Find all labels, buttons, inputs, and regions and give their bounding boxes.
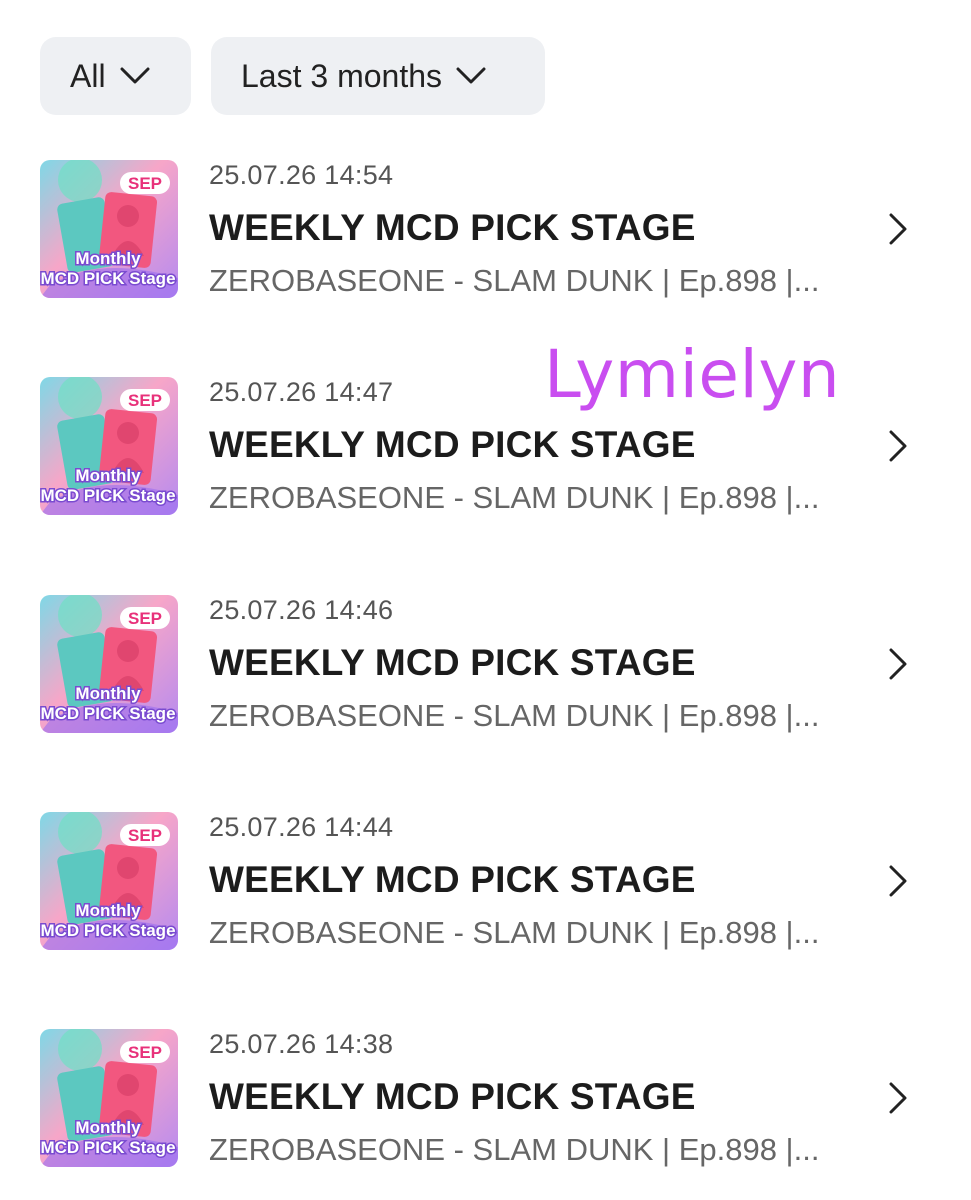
- svg-text:MCD PICK Stage: MCD PICK Stage: [40, 486, 175, 505]
- type-filter-dropdown[interactable]: All: [40, 37, 191, 115]
- watermark-text: Lymielyn: [544, 336, 841, 413]
- svg-text:SEP: SEP: [128, 826, 162, 845]
- period-filter-label: Last 3 months: [241, 57, 442, 94]
- item-title: WEEKLY MCD PICK STAGE: [209, 859, 696, 900]
- filter-bar: All Last 3 months: [40, 37, 545, 115]
- item-subtitle: ZEROBASEONE - SLAM DUNK | Ep.898 |...: [209, 915, 820, 950]
- chevron-right-icon: [889, 430, 907, 462]
- item-subtitle: ZEROBASEONE - SLAM DUNK | Ep.898 |...: [209, 1132, 820, 1167]
- thumbnail-image: SEP Monthly MCD PICK Stage: [40, 160, 178, 298]
- item-date: 25.07.26 14:38: [209, 1029, 394, 1059]
- item-date: 25.07.26 14:46: [209, 595, 394, 625]
- svg-text:MCD PICK Stage: MCD PICK Stage: [40, 269, 175, 288]
- list-item[interactable]: SEP Monthly MCD PICK Stage 25.07.26 14:44 …: [40, 812, 920, 952]
- svg-text:Monthly: Monthly: [75, 1118, 141, 1137]
- type-filter-label: All: [70, 57, 106, 94]
- chevron-right-icon: [889, 648, 907, 680]
- item-title: WEEKLY MCD PICK STAGE: [209, 1076, 696, 1117]
- list-item[interactable]: SEP Monthly MCD PICK Stage 25.07.26 14:54 …: [40, 160, 920, 300]
- thumbnail-image: SEP Monthly MCD PICK Stage: [40, 595, 178, 733]
- list-item[interactable]: SEP Monthly MCD PICK Stage 25.07.26 14:46 …: [40, 595, 920, 735]
- svg-text:Monthly: Monthly: [75, 901, 141, 920]
- item-date: 25.07.26 14:47: [209, 377, 394, 407]
- item-date: 25.07.26 14:54: [209, 160, 394, 190]
- item-date: 25.07.26 14:44: [209, 812, 394, 842]
- period-filter-dropdown[interactable]: Last 3 months: [211, 37, 545, 115]
- svg-text:Monthly: Monthly: [75, 684, 141, 703]
- chevron-right-icon: [889, 865, 907, 897]
- item-title: WEEKLY MCD PICK STAGE: [209, 207, 696, 248]
- list-item[interactable]: SEP Monthly MCD PICK Stage 25.07.26 14:38 …: [40, 1029, 920, 1169]
- item-title: WEEKLY MCD PICK STAGE: [209, 424, 696, 465]
- svg-text:MCD PICK Stage: MCD PICK Stage: [40, 704, 175, 723]
- thumbnail-image: SEP Monthly MCD PICK Stage: [40, 377, 178, 515]
- item-title: WEEKLY MCD PICK STAGE: [209, 642, 696, 683]
- item-subtitle: ZEROBASEONE - SLAM DUNK | Ep.898 |...: [209, 698, 820, 733]
- svg-text:Monthly: Monthly: [75, 466, 141, 485]
- svg-text:MCD PICK Stage: MCD PICK Stage: [40, 921, 175, 940]
- chevron-right-icon: [889, 213, 907, 245]
- thumbnail-image: SEP Monthly MCD PICK Stage: [40, 1029, 178, 1167]
- item-subtitle: ZEROBASEONE - SLAM DUNK | Ep.898 |...: [209, 263, 820, 298]
- chevron-right-icon: [889, 1082, 907, 1114]
- svg-text:Monthly: Monthly: [75, 249, 141, 268]
- chevron-down-icon: [456, 67, 486, 84]
- thumbnail-image: SEP Monthly MCD PICK Stage: [40, 812, 178, 950]
- svg-text:SEP: SEP: [128, 174, 162, 193]
- svg-text:SEP: SEP: [128, 609, 162, 628]
- svg-text:MCD PICK Stage: MCD PICK Stage: [40, 1138, 175, 1157]
- item-subtitle: ZEROBASEONE - SLAM DUNK | Ep.898 |...: [209, 480, 820, 515]
- chevron-down-icon: [120, 67, 150, 84]
- svg-text:SEP: SEP: [128, 391, 162, 410]
- svg-text:SEP: SEP: [128, 1043, 162, 1062]
